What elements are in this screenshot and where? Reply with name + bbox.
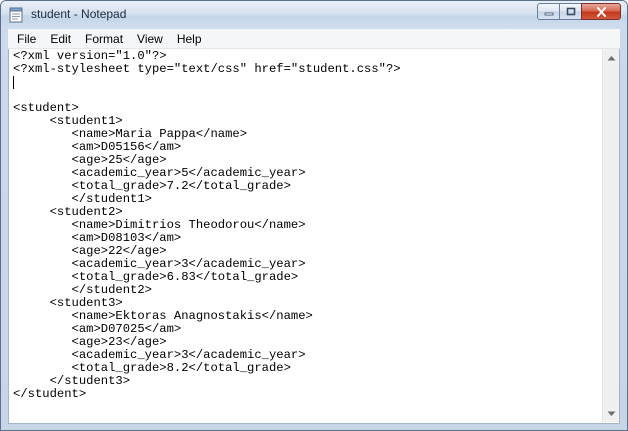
text-editor[interactable]: <?xml version="1.0"?> <?xml-stylesheet ty… xyxy=(8,49,620,424)
vertical-scrollbar[interactable] xyxy=(602,49,619,422)
scroll-down-button[interactable] xyxy=(603,405,619,422)
text-line: </student3> xyxy=(13,374,131,388)
menu-file[interactable]: File xyxy=(10,29,43,49)
editor-text-area[interactable]: <?xml version="1.0"?> <?xml-stylesheet ty… xyxy=(13,50,601,422)
text-caret xyxy=(13,76,14,89)
maximize-button[interactable] xyxy=(559,3,582,20)
notepad-icon xyxy=(9,7,23,23)
menu-format[interactable]: Format xyxy=(78,29,130,49)
close-icon xyxy=(596,6,606,17)
scroll-up-button[interactable] xyxy=(603,49,619,66)
minimize-button[interactable] xyxy=(537,3,560,20)
scroll-down-arrow-icon xyxy=(607,411,615,416)
text-line xyxy=(13,89,601,102)
menu-view[interactable]: View xyxy=(130,29,170,49)
scroll-up-arrow-icon xyxy=(607,55,615,60)
maximize-icon xyxy=(566,7,575,16)
text-line: <?xml-stylesheet type="text/css" href="s… xyxy=(13,62,401,76)
notepad-window: student - Notepad File Edit Format View … xyxy=(0,0,628,431)
minimize-icon xyxy=(544,12,553,15)
menu-help[interactable]: Help xyxy=(170,29,209,49)
menu-bar: File Edit Format View Help xyxy=(8,29,620,49)
window-title: student - Notepad xyxy=(31,7,127,21)
window-controls xyxy=(537,3,621,21)
text-line: </student> xyxy=(13,387,87,401)
title-bar[interactable]: student - Notepad xyxy=(1,1,627,29)
menu-edit[interactable]: Edit xyxy=(43,29,78,49)
close-button[interactable] xyxy=(581,3,621,20)
